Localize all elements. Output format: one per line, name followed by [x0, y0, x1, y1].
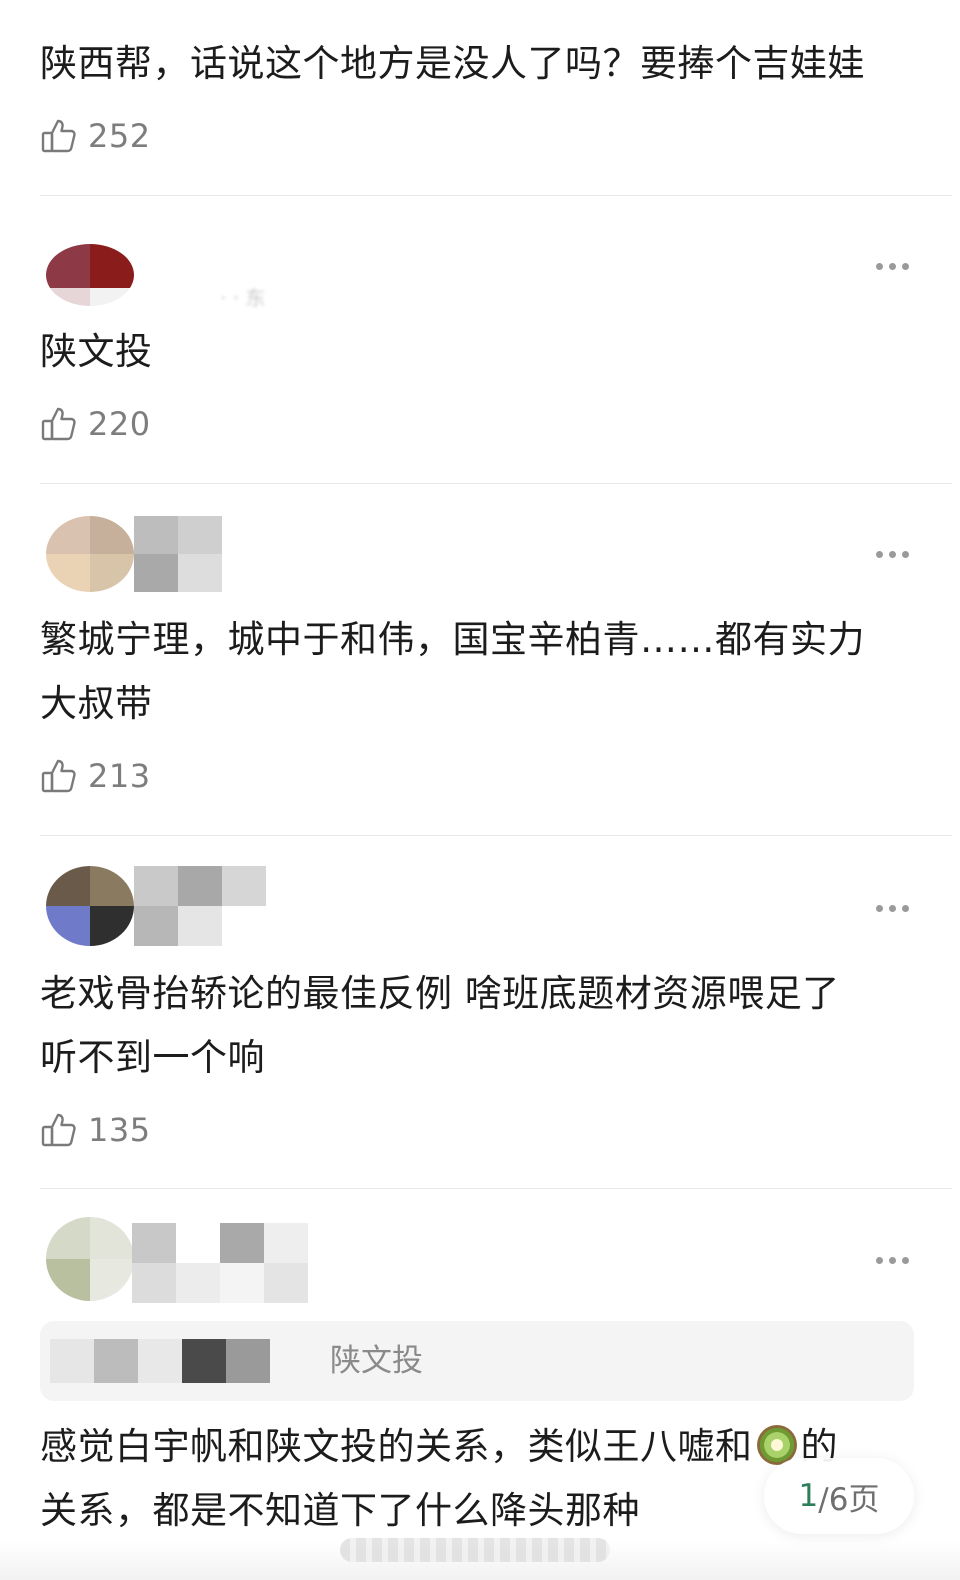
comment-line: 繁城宁理，城中于和伟，国宝辛柏青……都有实力 — [40, 618, 865, 661]
more-dot — [876, 550, 883, 558]
more-dot — [889, 1256, 896, 1264]
more-options-button[interactable] — [876, 1250, 909, 1270]
like-count: 252 — [88, 117, 151, 155]
comment-item-3: 繁城宁理，城中于和伟，国宝辛柏青……都有实力 大叔带 213 — [0, 484, 960, 836]
comment-text: 繁城宁理，城中于和伟，国宝辛柏青……都有实力 大叔带 — [40, 608, 930, 736]
like-button[interactable]: 220 — [40, 404, 151, 444]
more-options-button[interactable] — [876, 898, 909, 918]
more-options-button[interactable] — [876, 544, 909, 564]
thumbs-up-icon — [40, 405, 78, 443]
more-dot — [902, 904, 909, 912]
page-current: 1 — [798, 1478, 819, 1514]
comment-line-part: 感觉白宇帆和陕文投的关系，类似王八嘘和 — [40, 1425, 753, 1468]
like-button[interactable]: 252 — [40, 116, 151, 156]
more-dot — [876, 262, 883, 270]
more-dot — [876, 1256, 883, 1264]
like-button[interactable]: 213 — [40, 756, 151, 796]
comment-item-1: 陕西帮，话说这个地方是没人了吗？要捧个吉娃娃 252 — [0, 0, 960, 196]
username-blurred — [134, 516, 222, 592]
page-total: /6页 — [818, 1481, 880, 1518]
comment-text: 陕西帮，话说这个地方是没人了吗？要捧个吉娃娃 — [40, 42, 865, 85]
username-blurred — [132, 1223, 308, 1303]
more-dot — [902, 262, 909, 270]
quoted-reply-box[interactable]: 陕文投 — [40, 1321, 914, 1401]
comment-item-4: 老戏骨抬轿论的最佳反例 啥班底题材资源喂足了 听不到一个响 135 — [0, 836, 960, 1188]
like-count: 220 — [88, 405, 151, 443]
more-dot — [889, 550, 896, 558]
thumbs-up-icon — [40, 757, 78, 795]
like-button[interactable]: 135 — [40, 1110, 151, 1150]
comment-text: 陕文投 — [40, 330, 153, 373]
watermark-blurred — [340, 1538, 610, 1562]
thumbs-up-icon — [40, 1111, 78, 1149]
more-dot — [889, 904, 896, 912]
comment-text: 老戏骨抬轿论的最佳反例 啥班底题材资源喂足了 听不到一个响 — [40, 962, 930, 1090]
quoted-username-blurred — [50, 1339, 270, 1383]
page-indicator[interactable]: 1/6页 — [764, 1458, 914, 1534]
more-options-button[interactable] — [876, 256, 909, 276]
like-count: 135 — [88, 1111, 151, 1149]
thumbs-up-icon — [40, 117, 78, 155]
avatar[interactable] — [46, 516, 134, 592]
quoted-text: 陕文投 — [330, 1343, 423, 1379]
comment-line: 老戏骨抬轿论的最佳反例 啥班底题材资源喂足了 — [40, 972, 840, 1015]
more-dot — [876, 904, 883, 912]
user-meta: · · 东 — [220, 286, 266, 310]
comment-item-2: · · 东 陕文投 220 — [0, 196, 960, 484]
more-dot — [902, 550, 909, 558]
username-blurred — [134, 866, 266, 946]
comment-line: 听不到一个响 — [40, 1036, 265, 1079]
avatar[interactable] — [46, 1217, 134, 1301]
comment-line: 大叔带 — [40, 682, 153, 725]
like-count: 213 — [88, 757, 151, 795]
more-dot — [902, 1256, 909, 1264]
avatar[interactable] — [46, 244, 134, 306]
avatar[interactable] — [46, 866, 134, 946]
more-dot — [889, 262, 896, 270]
